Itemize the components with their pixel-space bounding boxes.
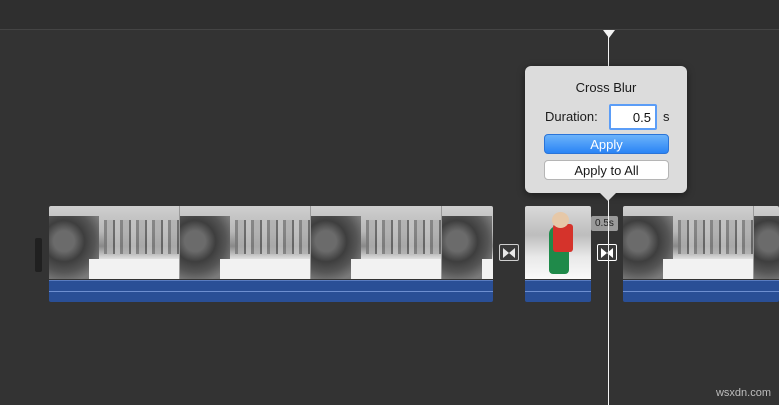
clip-thumbnail xyxy=(623,206,754,279)
playhead-triangle-icon[interactable] xyxy=(603,30,615,38)
timeline-top-bar xyxy=(0,0,779,30)
video-clip-3[interactable] xyxy=(623,206,779,302)
audio-track xyxy=(525,280,591,302)
clip-thumbnail xyxy=(49,206,180,279)
cross-transition-icon xyxy=(601,247,613,258)
apply-to-all-button[interactable]: Apply to All xyxy=(544,160,669,180)
video-clip-1[interactable] xyxy=(49,206,493,302)
clip-thumbnail xyxy=(525,206,591,279)
cross-transition-icon xyxy=(503,247,515,258)
transition-popover: Cross Blur Duration: s Apply Apply to Al… xyxy=(525,66,687,201)
clip-thumbnail xyxy=(754,206,779,279)
audio-track xyxy=(49,280,493,302)
transition-button-2[interactable] xyxy=(597,244,617,261)
watermark: wsxdn.com xyxy=(715,387,771,399)
clip-thumbnail xyxy=(311,206,442,279)
duration-unit: s xyxy=(663,109,670,124)
video-clip-2[interactable] xyxy=(525,206,591,302)
track-handle[interactable] xyxy=(35,238,42,272)
transition-duration-badge: 0.5s xyxy=(591,216,618,231)
apply-button[interactable]: Apply xyxy=(544,134,669,154)
popover-title: Cross Blur xyxy=(575,80,637,95)
clip-thumbnail xyxy=(180,206,311,279)
duration-label: Duration: xyxy=(545,109,598,124)
clip-thumbnail xyxy=(442,206,493,279)
duration-input[interactable] xyxy=(609,104,657,130)
audio-track xyxy=(623,280,779,302)
transition-button-1[interactable] xyxy=(499,244,519,261)
